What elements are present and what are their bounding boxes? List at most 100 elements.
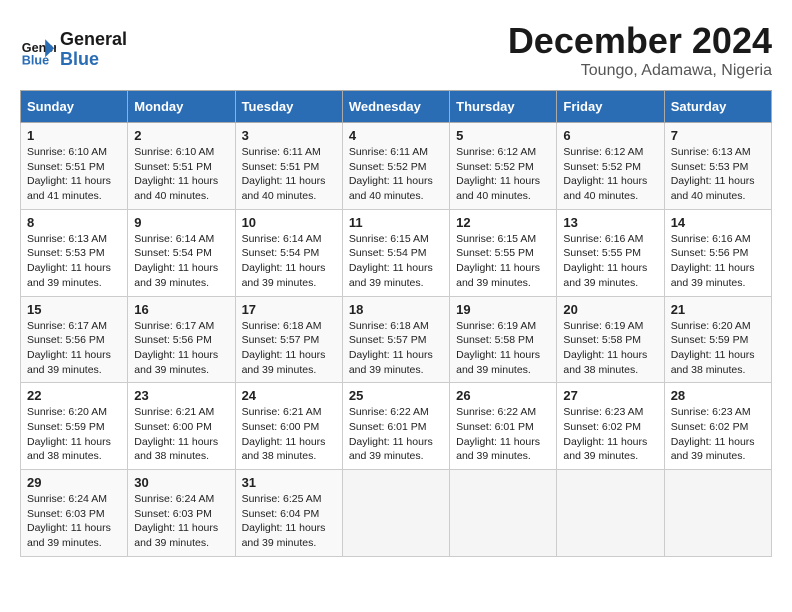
sunset-text: Sunset: 5:55 PM bbox=[456, 246, 550, 261]
sunset-text: Sunset: 5:51 PM bbox=[134, 160, 228, 175]
calendar-cell: 1 Sunrise: 6:10 AM Sunset: 5:51 PM Dayli… bbox=[21, 123, 128, 210]
header-sunday: Sunday bbox=[21, 91, 128, 123]
sunrise-text: Sunrise: 6:23 AM bbox=[671, 405, 765, 420]
sunset-text: Sunset: 5:56 PM bbox=[27, 333, 121, 348]
day-number: 8 bbox=[27, 215, 121, 230]
daylight-label: Daylight: 11 hours and 39 minutes. bbox=[134, 261, 228, 290]
day-info: Sunrise: 6:15 AM Sunset: 5:54 PM Dayligh… bbox=[349, 232, 443, 291]
calendar-cell: 19 Sunrise: 6:19 AM Sunset: 5:58 PM Dayl… bbox=[450, 296, 557, 383]
sunset-text: Sunset: 5:56 PM bbox=[134, 333, 228, 348]
calendar-cell: 28 Sunrise: 6:23 AM Sunset: 6:02 PM Dayl… bbox=[664, 383, 771, 470]
day-info: Sunrise: 6:13 AM Sunset: 5:53 PM Dayligh… bbox=[671, 145, 765, 204]
daylight-label: Daylight: 11 hours and 39 minutes. bbox=[27, 348, 121, 377]
sunrise-text: Sunrise: 6:25 AM bbox=[242, 492, 336, 507]
daylight-label: Daylight: 11 hours and 38 minutes. bbox=[563, 348, 657, 377]
day-info: Sunrise: 6:12 AM Sunset: 5:52 PM Dayligh… bbox=[563, 145, 657, 204]
daylight-label: Daylight: 11 hours and 40 minutes. bbox=[671, 174, 765, 203]
sunrise-text: Sunrise: 6:11 AM bbox=[349, 145, 443, 160]
sunset-text: Sunset: 6:04 PM bbox=[242, 507, 336, 522]
calendar-cell: 23 Sunrise: 6:21 AM Sunset: 6:00 PM Dayl… bbox=[128, 383, 235, 470]
day-number: 31 bbox=[242, 475, 336, 490]
day-number: 22 bbox=[27, 388, 121, 403]
sunset-text: Sunset: 5:55 PM bbox=[563, 246, 657, 261]
sunrise-text: Sunrise: 6:11 AM bbox=[242, 145, 336, 160]
calendar-cell: 8 Sunrise: 6:13 AM Sunset: 5:53 PM Dayli… bbox=[21, 209, 128, 296]
sunset-text: Sunset: 5:52 PM bbox=[563, 160, 657, 175]
sunrise-text: Sunrise: 6:22 AM bbox=[349, 405, 443, 420]
calendar-cell: 4 Sunrise: 6:11 AM Sunset: 5:52 PM Dayli… bbox=[342, 123, 449, 210]
daylight-label: Daylight: 11 hours and 39 minutes. bbox=[456, 348, 550, 377]
sunset-text: Sunset: 5:52 PM bbox=[349, 160, 443, 175]
day-info: Sunrise: 6:24 AM Sunset: 6:03 PM Dayligh… bbox=[27, 492, 121, 551]
calendar-cell: 9 Sunrise: 6:14 AM Sunset: 5:54 PM Dayli… bbox=[128, 209, 235, 296]
logo-general: General bbox=[60, 30, 127, 50]
daylight-label: Daylight: 11 hours and 39 minutes. bbox=[134, 521, 228, 550]
day-info: Sunrise: 6:10 AM Sunset: 5:51 PM Dayligh… bbox=[134, 145, 228, 204]
day-info: Sunrise: 6:23 AM Sunset: 6:02 PM Dayligh… bbox=[563, 405, 657, 464]
calendar-week-row: 29 Sunrise: 6:24 AM Sunset: 6:03 PM Dayl… bbox=[21, 470, 772, 557]
sunrise-text: Sunrise: 6:20 AM bbox=[27, 405, 121, 420]
day-info: Sunrise: 6:17 AM Sunset: 5:56 PM Dayligh… bbox=[134, 319, 228, 378]
sunrise-text: Sunrise: 6:23 AM bbox=[563, 405, 657, 420]
daylight-label: Daylight: 11 hours and 39 minutes. bbox=[242, 348, 336, 377]
sunset-text: Sunset: 5:52 PM bbox=[456, 160, 550, 175]
day-number: 25 bbox=[349, 388, 443, 403]
day-number: 14 bbox=[671, 215, 765, 230]
sunrise-text: Sunrise: 6:15 AM bbox=[349, 232, 443, 247]
calendar-cell: 26 Sunrise: 6:22 AM Sunset: 6:01 PM Dayl… bbox=[450, 383, 557, 470]
calendar-cell: 24 Sunrise: 6:21 AM Sunset: 6:00 PM Dayl… bbox=[235, 383, 342, 470]
daylight-label: Daylight: 11 hours and 39 minutes. bbox=[27, 261, 121, 290]
day-number: 9 bbox=[134, 215, 228, 230]
sunset-text: Sunset: 5:53 PM bbox=[27, 246, 121, 261]
header-friday: Friday bbox=[557, 91, 664, 123]
day-info: Sunrise: 6:23 AM Sunset: 6:02 PM Dayligh… bbox=[671, 405, 765, 464]
calendar-cell: 30 Sunrise: 6:24 AM Sunset: 6:03 PM Dayl… bbox=[128, 470, 235, 557]
day-info: Sunrise: 6:22 AM Sunset: 6:01 PM Dayligh… bbox=[349, 405, 443, 464]
calendar-cell bbox=[557, 470, 664, 557]
calendar-cell: 27 Sunrise: 6:23 AM Sunset: 6:02 PM Dayl… bbox=[557, 383, 664, 470]
daylight-label: Daylight: 11 hours and 40 minutes. bbox=[349, 174, 443, 203]
calendar-cell bbox=[450, 470, 557, 557]
header-monday: Monday bbox=[128, 91, 235, 123]
sunrise-text: Sunrise: 6:12 AM bbox=[456, 145, 550, 160]
day-number: 30 bbox=[134, 475, 228, 490]
sunrise-text: Sunrise: 6:17 AM bbox=[27, 319, 121, 334]
day-number: 3 bbox=[242, 128, 336, 143]
daylight-label: Daylight: 11 hours and 41 minutes. bbox=[27, 174, 121, 203]
sunrise-text: Sunrise: 6:20 AM bbox=[671, 319, 765, 334]
sunrise-text: Sunrise: 6:16 AM bbox=[563, 232, 657, 247]
daylight-label: Daylight: 11 hours and 38 minutes. bbox=[242, 435, 336, 464]
day-number: 24 bbox=[242, 388, 336, 403]
daylight-label: Daylight: 11 hours and 38 minutes. bbox=[27, 435, 121, 464]
day-info: Sunrise: 6:19 AM Sunset: 5:58 PM Dayligh… bbox=[456, 319, 550, 378]
day-number: 23 bbox=[134, 388, 228, 403]
day-info: Sunrise: 6:21 AM Sunset: 6:00 PM Dayligh… bbox=[134, 405, 228, 464]
calendar-week-row: 22 Sunrise: 6:20 AM Sunset: 5:59 PM Dayl… bbox=[21, 383, 772, 470]
calendar-cell: 2 Sunrise: 6:10 AM Sunset: 5:51 PM Dayli… bbox=[128, 123, 235, 210]
daylight-label: Daylight: 11 hours and 40 minutes. bbox=[134, 174, 228, 203]
sunset-text: Sunset: 5:58 PM bbox=[456, 333, 550, 348]
sunrise-text: Sunrise: 6:21 AM bbox=[242, 405, 336, 420]
calendar-cell: 11 Sunrise: 6:15 AM Sunset: 5:54 PM Dayl… bbox=[342, 209, 449, 296]
calendar-cell: 16 Sunrise: 6:17 AM Sunset: 5:56 PM Dayl… bbox=[128, 296, 235, 383]
calendar-cell: 18 Sunrise: 6:18 AM Sunset: 5:57 PM Dayl… bbox=[342, 296, 449, 383]
daylight-label: Daylight: 11 hours and 39 minutes. bbox=[242, 521, 336, 550]
day-number: 15 bbox=[27, 302, 121, 317]
day-number: 4 bbox=[349, 128, 443, 143]
sunrise-text: Sunrise: 6:10 AM bbox=[134, 145, 228, 160]
sunrise-text: Sunrise: 6:12 AM bbox=[563, 145, 657, 160]
logo: General Blue General Blue bbox=[20, 30, 127, 70]
daylight-label: Daylight: 11 hours and 39 minutes. bbox=[563, 261, 657, 290]
daylight-label: Daylight: 11 hours and 39 minutes. bbox=[563, 435, 657, 464]
sunset-text: Sunset: 5:53 PM bbox=[671, 160, 765, 175]
day-info: Sunrise: 6:25 AM Sunset: 6:04 PM Dayligh… bbox=[242, 492, 336, 551]
header-thursday: Thursday bbox=[450, 91, 557, 123]
daylight-label: Daylight: 11 hours and 39 minutes. bbox=[349, 348, 443, 377]
day-number: 18 bbox=[349, 302, 443, 317]
calendar-cell: 12 Sunrise: 6:15 AM Sunset: 5:55 PM Dayl… bbox=[450, 209, 557, 296]
calendar-cell: 20 Sunrise: 6:19 AM Sunset: 5:58 PM Dayl… bbox=[557, 296, 664, 383]
calendar-cell bbox=[342, 470, 449, 557]
sunset-text: Sunset: 6:00 PM bbox=[242, 420, 336, 435]
day-number: 17 bbox=[242, 302, 336, 317]
calendar-cell: 25 Sunrise: 6:22 AM Sunset: 6:01 PM Dayl… bbox=[342, 383, 449, 470]
